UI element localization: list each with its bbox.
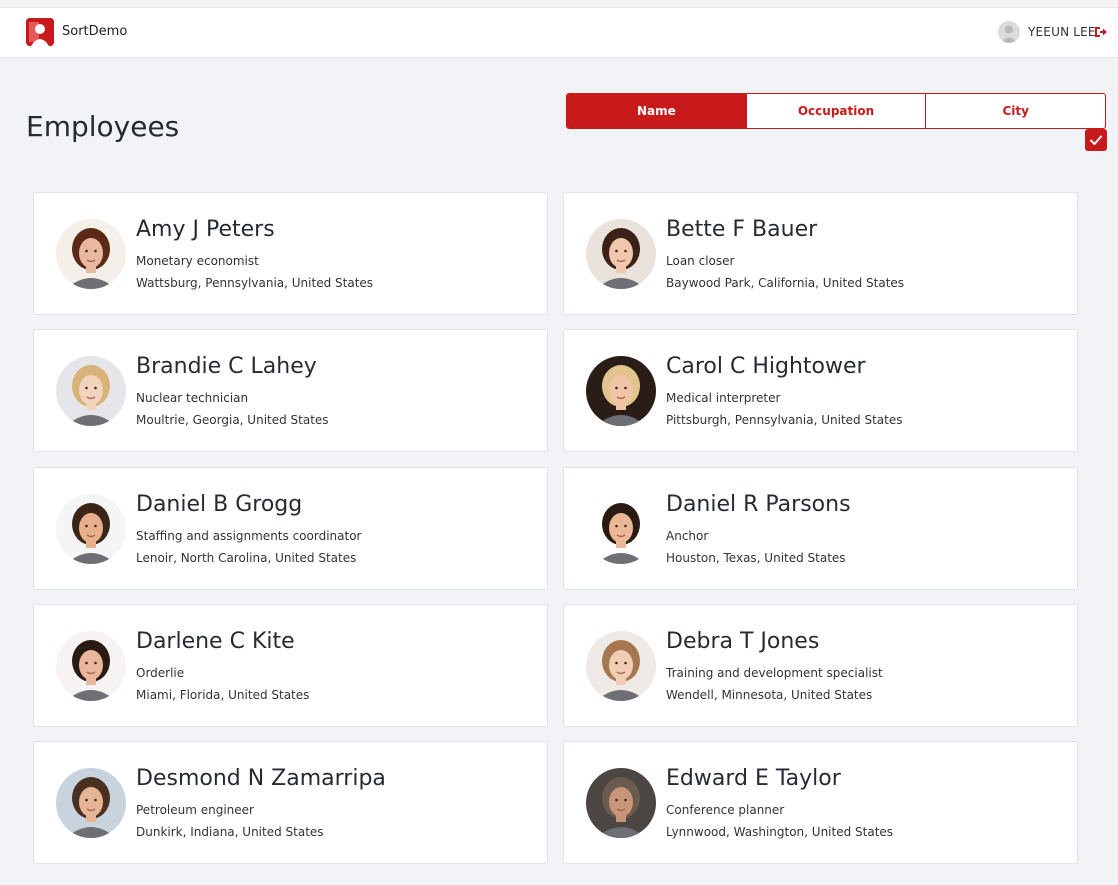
employee-card[interactable]: Darlene C Kite Orderlie Miami, Florida, … [33,604,548,727]
employee-card[interactable]: Brandie C Lahey Nuclear technician Moult… [33,329,548,452]
employee-photo [586,356,656,426]
sort-tab-city[interactable]: City [925,94,1105,128]
employee-city: Wattsburg, Pennsylvania, United States [136,276,374,290]
checkmark-icon [1090,135,1102,145]
user-avatar[interactable] [998,21,1020,43]
employee-photo [586,219,656,289]
portrait-image [586,768,656,838]
sort-segmented-control: Name Occupation City [566,93,1106,129]
employee-photo [586,631,656,701]
employee-occupation: Medical interpreter [666,391,781,405]
portrait-image [586,494,656,564]
sort-order-checkbox[interactable] [1085,129,1107,151]
employee-card[interactable]: Daniel R Parsons Anchor Houston, Texas, … [563,467,1078,590]
employee-city: Baywood Park, California, United States [666,276,905,290]
employee-name: Carol C Hightower [666,354,866,379]
employee-card[interactable]: Edward E Taylor Conference planner Lynnw… [563,741,1078,864]
browser-top-strip [0,0,1118,8]
page-title: Employees [26,110,180,143]
employee-occupation: Training and development specialist [666,666,883,680]
employee-city: Wendell, Minnesota, United States [666,688,873,702]
employee-occupation: Orderlie [136,666,185,680]
employee-name: Brandie C Lahey [136,354,317,379]
employee-photo [56,768,126,838]
employee-card[interactable]: Daniel B Grogg Staffing and assignments … [33,467,548,590]
app-title[interactable]: SortDemo [62,24,127,39]
employee-name: Daniel B Grogg [136,492,303,517]
employee-name: Amy J Peters [136,217,275,242]
portrait-image [56,631,126,701]
portrait-image [56,494,126,564]
employee-occupation: Loan closer [666,254,735,268]
portrait-image [586,219,656,289]
employee-occupation: Conference planner [666,803,785,817]
employee-city: Lynnwood, Washington, United States [666,825,894,839]
portrait-image [56,356,126,426]
employee-city: Dunkirk, Indiana, United States [136,825,324,839]
employee-name: Bette F Bauer [666,217,818,242]
employee-city: Moultrie, Georgia, United States [136,413,329,427]
employee-name: Desmond N Zamarripa [136,766,386,791]
employee-name: Daniel R Parsons [666,492,851,517]
employee-card[interactable]: Debra T Jones Training and development s… [563,604,1078,727]
logo-person-icon [26,18,54,46]
employee-city: Lenoir, North Carolina, United States [136,551,357,565]
employee-photo [56,219,126,289]
employee-city: Miami, Florida, United States [136,688,310,702]
employee-photo [586,494,656,564]
employee-card[interactable]: Carol C Hightower Medical interpreter Pi… [563,329,1078,452]
portrait-image [56,768,126,838]
sort-tab-name[interactable]: Name [567,94,746,128]
employee-occupation: Nuclear technician [136,391,249,405]
employee-photo [56,494,126,564]
user-name[interactable]: YEEUN LEE [1028,25,1096,39]
employee-card[interactable]: Desmond N Zamarripa Petroleum engineer D… [33,741,548,864]
portrait-image [586,631,656,701]
employee-occupation: Staffing and assignments coordinator [136,529,362,543]
employee-occupation: Monetary economist [136,254,259,268]
employee-city: Houston, Texas, United States [666,551,846,565]
app-header: SortDemo YEEUN LEE [0,8,1118,58]
employee-card[interactable]: Amy J Peters Monetary economist Wattsbur… [33,192,548,315]
employee-photo [56,356,126,426]
employee-photo [56,631,126,701]
employee-city: Pittsburgh, Pennsylvania, United States [666,413,903,427]
user-silhouette-icon [1001,25,1017,43]
employee-occupation: Petroleum engineer [136,803,254,817]
app-logo[interactable] [26,18,54,46]
sort-tab-occupation[interactable]: Occupation [745,94,926,128]
logout-icon[interactable] [1094,25,1108,39]
employee-name: Debra T Jones [666,629,820,654]
employee-name: Edward E Taylor [666,766,841,791]
employee-name: Darlene C Kite [136,629,295,654]
portrait-image [56,219,126,289]
employee-occupation: Anchor [666,529,709,543]
employee-card[interactable]: Bette F Bauer Loan closer Baywood Park, … [563,192,1078,315]
employee-photo [586,768,656,838]
portrait-image [586,356,656,426]
